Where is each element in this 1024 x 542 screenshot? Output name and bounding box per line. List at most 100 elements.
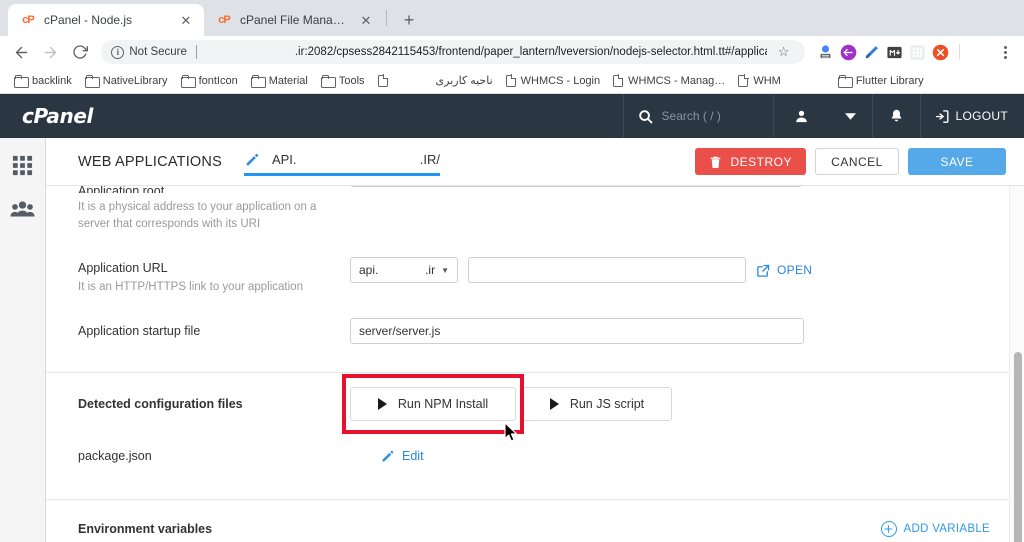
bookmark-label: WHMCS - Login (520, 74, 601, 87)
application-root-label: Application root (78, 186, 165, 193)
destroy-button[interactable]: DESTROY (695, 148, 806, 175)
user-dropdown-toggle[interactable] (829, 94, 872, 138)
bookmark-label: WHM (753, 74, 781, 87)
cpanel-header: cPanel Search ( / ) LOGOUT (0, 94, 1024, 138)
bookmark-item[interactable]: fontIcon (175, 73, 244, 89)
tab-title: cPanel - Node.js (44, 13, 133, 27)
bookmark-item[interactable]: backlink (8, 73, 78, 89)
sidebar-item-users[interactable] (10, 196, 36, 222)
cpanel-sidebar (0, 138, 46, 542)
pencil-icon (246, 153, 259, 165)
users-icon (10, 201, 35, 217)
bookmark-item[interactable]: Material (245, 73, 314, 89)
security-status: Not Secure (129, 46, 187, 58)
scroll-content: Application root It is a physical addres… (46, 186, 1024, 542)
tab-close-icon[interactable]: ✕ (358, 12, 374, 28)
browser-toolbar: i Not Secure .ir:2082/cpsess2842115453/f… (0, 36, 1024, 68)
package-json-label: package.json (78, 449, 152, 464)
application-root-input[interactable] (350, 186, 802, 187)
open-url-link[interactable]: OPEN (756, 263, 812, 278)
forward-button[interactable] (37, 38, 64, 66)
tab-close-icon[interactable]: ✕ (178, 12, 194, 28)
bookmark-item[interactable] (372, 73, 399, 89)
new-tab-button[interactable]: + (395, 6, 423, 34)
chevron-down-icon (844, 112, 856, 120)
notifications-button[interactable] (871, 94, 920, 138)
folder-icon (250, 75, 266, 88)
trash-icon (711, 156, 721, 168)
run-npm-label: Run NPM Install (397, 397, 489, 412)
bookmark-label: ناحیه کاربری (435, 75, 493, 87)
grid-extension-icon[interactable] (909, 44, 926, 61)
tab-separator (386, 10, 387, 26)
reload-button[interactable] (66, 38, 93, 66)
vertical-scrollbar[interactable] (1009, 186, 1024, 542)
scrollbar-thumb[interactable] (1013, 352, 1022, 542)
bookmark-item[interactable]: NativeLibrary (79, 73, 174, 89)
user-menu-button[interactable] (772, 94, 829, 138)
page-icon (738, 74, 749, 87)
bookmark-item[interactable]: WHM (732, 73, 787, 89)
header-actions: Search ( / ) LOGOUT (622, 94, 1024, 138)
bookmark-item[interactable]: Flutter Library (832, 73, 930, 89)
domain-prefix: api. (359, 263, 379, 278)
bookmark-label: WHMCS - Manag… (628, 74, 726, 87)
extension-icons (813, 40, 1016, 64)
bookmark-item[interactable]: WHMCS - Login (500, 73, 606, 89)
destroy-label: DESTROY (730, 154, 792, 169)
application-url-label: Application URL (78, 261, 168, 276)
application-url-hint: It is an HTTP/HTTPS link to your applica… (78, 281, 303, 294)
save-button[interactable]: SAVE (908, 148, 1006, 175)
browser-chrome: cP cPanel - Node.js ✕ cP cPanel File Man… (0, 0, 1024, 94)
back-button[interactable] (8, 38, 35, 66)
app-name-input[interactable]: API. .IR/ (243, 148, 440, 176)
bookmark-label: NativeLibrary (102, 74, 168, 87)
domain-select[interactable]: api. .ir ▼ (350, 257, 458, 284)
apps-grid-icon (12, 155, 33, 175)
purple-circle-extension-icon[interactable] (840, 44, 857, 61)
application-url-input[interactable] (468, 257, 746, 284)
application-root-hint: It is a physical address to your applica… (78, 201, 317, 230)
run-npm-install-button[interactable]: Run NPM Install (350, 387, 516, 422)
bookmark-item[interactable]: ناحیه کاربری (430, 72, 499, 89)
add-variable-button[interactable]: + ADD VARIABLE (880, 521, 990, 538)
field-application-root: Application root It is a physical addres… (46, 186, 1024, 232)
markdown-extension-icon[interactable] (886, 44, 903, 61)
page-actions: DESTROY CANCEL SAVE (695, 148, 1006, 175)
cpanel-logo[interactable]: cPanel (0, 104, 93, 128)
bookmark-label: Flutter Library (855, 74, 924, 87)
startup-file-input[interactable]: server/server.js (350, 318, 804, 345)
browser-tab-active[interactable]: cP cPanel - Node.js ✕ (8, 4, 204, 36)
bookmark-item[interactable]: Tools (315, 73, 371, 89)
address-bar[interactable]: i Not Secure .ir:2082/cpsess2842115453/f… (101, 40, 806, 64)
save-label: SAVE (940, 154, 974, 169)
bell-icon (891, 109, 902, 122)
cpanel-application: cPanel Search ( / ) LOGOUT WEB APPLICATI… (0, 94, 1024, 542)
add-variable-label: ADD VARIABLE (903, 523, 990, 536)
plus-circle-icon: + (880, 521, 897, 538)
bookmark-item[interactable]: WHMCS - Manag… (607, 73, 731, 89)
search-placeholder: Search ( / ) (661, 109, 721, 123)
search-input[interactable]: Search ( / ) (622, 94, 773, 138)
run-js-script-button[interactable]: Run JS script (522, 387, 672, 422)
edit-package-json-link[interactable]: Edit (380, 449, 424, 464)
chrome-menu-icon[interactable] (994, 40, 1016, 64)
bookmark-label: Material (268, 74, 308, 87)
run-js-label: Run JS script (569, 397, 645, 412)
bluetooth-device-icon[interactable] (817, 44, 834, 61)
user-icon (795, 110, 807, 122)
cancel-button[interactable]: CANCEL (815, 148, 899, 175)
orange-x-extension-icon[interactable] (932, 44, 949, 61)
bookmark-star-icon[interactable]: ☆ (772, 40, 795, 64)
app-name-prefix: API. (271, 152, 297, 167)
browser-tab-inactive[interactable]: cP cPanel File Manager v3 ✕ (204, 4, 384, 36)
eyedropper-icon[interactable] (863, 44, 880, 61)
logout-label: LOGOUT (955, 109, 1008, 123)
logout-button[interactable]: LOGOUT (919, 94, 1024, 138)
sidebar-item-apps[interactable] (10, 152, 36, 178)
folder-icon (837, 75, 853, 88)
field-startup-file: Application startup file server/server.j… (46, 318, 1024, 345)
startup-file-label: Application startup file (78, 324, 201, 339)
app-name-suffix: .IR/ (419, 152, 440, 167)
folder-icon (14, 75, 29, 88)
